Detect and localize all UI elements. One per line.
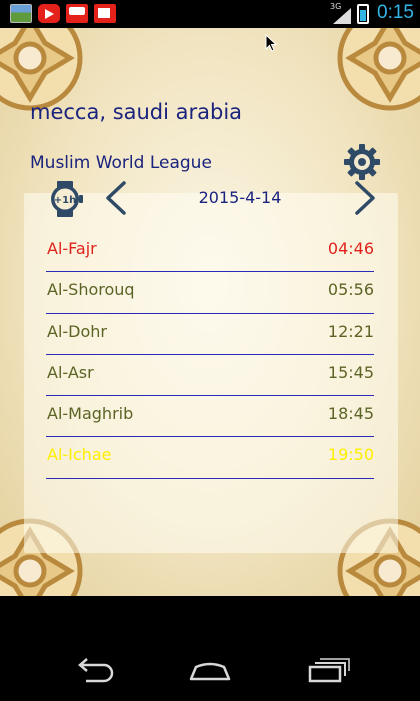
recent-apps-icon[interactable] (306, 655, 350, 685)
prayer-row-asr[interactable]: Al-Asr 15:45 (46, 355, 374, 397)
gear-icon[interactable] (343, 143, 381, 181)
battery-icon (357, 4, 369, 24)
system-navigation-bar (0, 641, 420, 701)
prayer-time: 12:21 (327, 321, 374, 341)
home-icon[interactable] (188, 655, 232, 685)
youtube-icon (38, 4, 60, 23)
signal-icon (333, 8, 351, 24)
prayer-time: 19:50 (327, 445, 374, 465)
prayer-name: Al-Asr (47, 362, 94, 382)
prayer-name: Al-Maghrib (47, 404, 134, 424)
current-date: 2015-4-14 (198, 188, 282, 207)
prayer-name: Al-Ichae (47, 445, 112, 465)
ornament-corner (337, 28, 420, 111)
youtube-icon (66, 4, 88, 23)
prayer-row-dohr[interactable]: Al-Dohr 12:21 (46, 314, 374, 355)
mouse-cursor-icon (265, 34, 278, 52)
calculation-method-label[interactable]: Muslim World League (30, 153, 212, 173)
prayer-row-maghrib[interactable]: Al-Maghrib 18:45 (46, 396, 374, 438)
gallery-icon (10, 4, 32, 23)
prayer-time: 15:45 (327, 362, 374, 382)
chevron-right-icon[interactable] (349, 180, 379, 216)
back-icon[interactable] (72, 655, 116, 685)
chevron-left-icon[interactable] (102, 180, 132, 216)
prayer-name: Al-Fajr (47, 239, 97, 258)
prayer-name: Al-Dohr (47, 321, 107, 341)
prayer-time: 18:45 (327, 404, 374, 424)
plus-1h-watch-icon[interactable]: +1h (46, 180, 84, 218)
youtube-icon (94, 4, 116, 23)
location-label[interactable]: mecca, saudi arabia (30, 100, 242, 124)
prayer-row-shorouq[interactable]: Al-Shorouq 05:56 (46, 272, 374, 314)
prayer-list: Al-Fajr 04:46 Al-Shorouq 05:56 Al-Dohr 1… (46, 231, 374, 479)
prayer-row-fajr[interactable]: Al-Fajr 04:46 (46, 231, 374, 273)
prayer-row-ichae[interactable]: Al-Ichae 19:50 (46, 437, 374, 479)
prayer-name: Al-Shorouq (47, 280, 135, 300)
prayer-time: 05:56 (327, 280, 374, 300)
status-bar: 3G 0:15 (0, 0, 420, 28)
prayer-time: 04:46 (327, 239, 374, 258)
status-clock: 0:15 (377, 2, 414, 23)
plus-1h-label: +1h (54, 195, 76, 206)
